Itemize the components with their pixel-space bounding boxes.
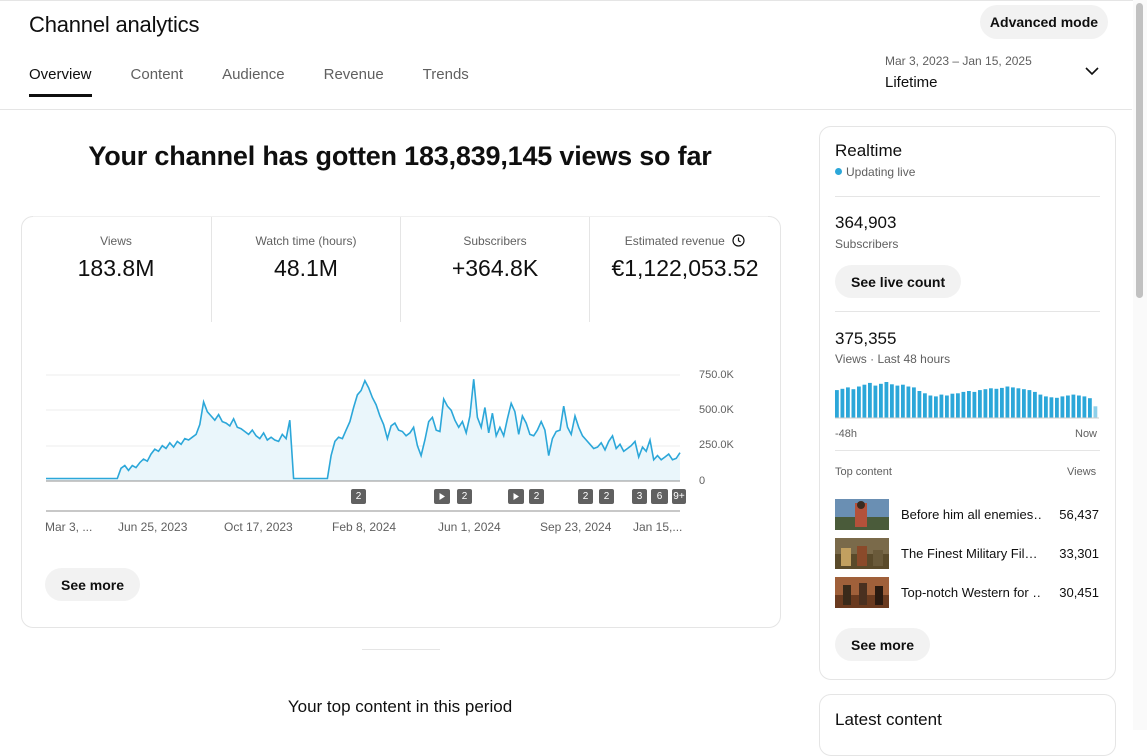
realtime-bar	[1038, 394, 1043, 418]
realtime-bar	[862, 384, 867, 418]
realtime-bar	[972, 391, 977, 418]
realtime-bar	[923, 393, 927, 419]
realtime-bar	[945, 395, 949, 418]
realtime-bar	[873, 385, 878, 418]
realtime-bar	[950, 393, 955, 418]
realtime-views-chart[interactable]	[0, 0, 1147, 730]
realtime-bar	[1082, 396, 1087, 418]
realtime-bar	[994, 388, 999, 419]
realtime-bar	[934, 396, 938, 418]
realtime-bar	[846, 387, 850, 418]
realtime-bar	[906, 386, 911, 418]
realtime-bar	[879, 383, 883, 418]
video-thumbnail	[835, 499, 889, 530]
realtime-bar	[1077, 395, 1081, 418]
realtime-bar	[1044, 396, 1048, 418]
video-thumbnail	[835, 577, 889, 608]
realtime-bar	[1066, 395, 1070, 418]
realtime-bar	[840, 388, 845, 419]
video-thumbnail	[835, 538, 889, 569]
realtime-bar	[890, 384, 894, 419]
top-content-title: Before him all enemies…	[901, 507, 1041, 522]
realtime-bar	[1071, 394, 1076, 418]
top-content-title: The Finest Military Fil…	[901, 546, 1038, 561]
realtime-bar	[1060, 396, 1065, 418]
realtime-bar	[884, 382, 889, 418]
realtime-bar	[1049, 397, 1054, 418]
realtime-see-more-button[interactable]: See more	[835, 628, 931, 661]
realtime-bar	[1016, 388, 1021, 418]
top-content-views: 56,437	[1059, 507, 1099, 522]
realtime-bar	[983, 389, 988, 418]
realtime-bar	[851, 389, 856, 418]
realtime-bar	[895, 385, 900, 418]
top-content-views: 30,451	[1059, 585, 1099, 600]
realtime-bar	[1088, 398, 1092, 418]
realtime-bar	[956, 393, 960, 419]
realtime-bar	[912, 387, 916, 418]
realtime-bar	[1005, 386, 1010, 418]
realtime-bar	[978, 390, 982, 418]
realtime-bar	[1033, 391, 1037, 418]
realtime-bar	[939, 394, 944, 418]
realtime-bar	[967, 391, 971, 418]
latest-content-title: Latest content	[835, 710, 942, 729]
realtime-bar	[1055, 397, 1059, 419]
realtime-bar	[868, 382, 872, 418]
realtime-bar	[1027, 390, 1032, 418]
realtime-bar	[928, 395, 933, 418]
realtime-bar	[1022, 389, 1026, 418]
realtime-x-start: -48h	[835, 428, 858, 440]
top-content-label: Top content	[835, 466, 892, 478]
realtime-bar	[1011, 387, 1015, 418]
realtime-bar	[1000, 387, 1004, 419]
realtime-bar	[917, 391, 922, 418]
top-content-views: 33,301	[1059, 546, 1099, 561]
realtime-bar	[961, 391, 966, 418]
realtime-x-end: Now	[1075, 428, 1098, 440]
views-column-label: Views	[1067, 466, 1097, 478]
top-content-title: Top-notch Western for …	[901, 585, 1041, 600]
realtime-bar	[989, 388, 993, 418]
realtime-divider	[835, 450, 1100, 451]
realtime-bar	[835, 390, 839, 418]
realtime-bar	[1093, 406, 1098, 418]
realtime-bar	[857, 386, 861, 418]
realtime-bar	[901, 384, 905, 418]
